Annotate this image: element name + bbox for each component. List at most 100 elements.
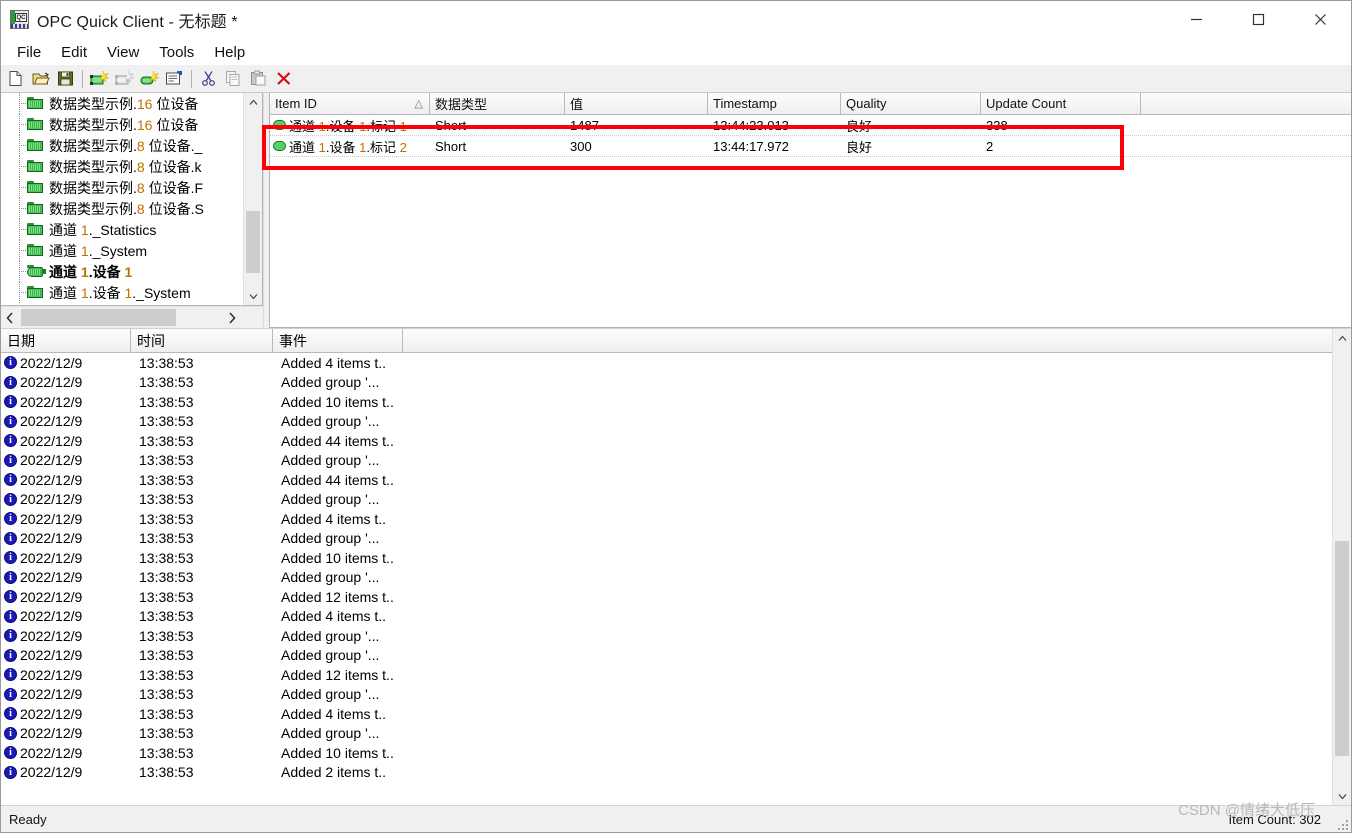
- tree-scroll-down-button[interactable]: [244, 287, 262, 305]
- menu-view[interactable]: View: [97, 41, 149, 64]
- tree-item[interactable]: 通道 1._Statistics: [1, 219, 244, 240]
- info-icon: i: [4, 726, 17, 740]
- log-time-cell: 13:38:53: [139, 569, 194, 586]
- log-row[interactable]: i 2022/12/9 13:38:53 Added group '...: [1, 626, 1333, 646]
- log-row[interactable]: i 2022/12/9 13:38:53 Added 12 items t..: [1, 665, 1333, 685]
- new-icon[interactable]: [3, 67, 28, 91]
- new-group-icon[interactable]: [112, 67, 137, 91]
- new-server-icon[interactable]: [87, 67, 112, 91]
- log-time-cell: 13:38:53: [139, 452, 194, 469]
- tree-vertical-scrollbar[interactable]: [243, 93, 262, 305]
- item-column-header[interactable]: 值: [565, 93, 708, 114]
- log-scroll-up-button[interactable]: [1333, 329, 1351, 347]
- properties-icon[interactable]: [162, 67, 187, 91]
- menu-help[interactable]: Help: [204, 41, 255, 64]
- tree-item[interactable]: 数据类型示例.16 位设备: [1, 93, 244, 114]
- browse-tree[interactable]: 数据类型示例.16 位设备 数据类型示例.16 位设备 数据类型示例.8 位设备._…: [1, 93, 263, 306]
- log-row[interactable]: i 2022/12/9 13:38:53 Added 44 items t..: [1, 470, 1333, 490]
- log-row[interactable]: i 2022/12/9 13:38:53 Added 10 items t..: [1, 743, 1333, 763]
- opc-quick-client-icon: QC: [10, 10, 29, 29]
- save-icon[interactable]: [53, 67, 78, 91]
- log-row[interactable]: i 2022/12/9 13:38:53 Added group '...: [1, 412, 1333, 432]
- item-list-pane: Item ID △ 数据类型 值 Timestamp Quality Update Coun…: [264, 93, 1351, 328]
- folder-icon: [27, 97, 44, 110]
- tree-item[interactable]: 数据类型示例.8 位设备.k: [1, 156, 244, 177]
- item-good-icon: [273, 141, 286, 151]
- item-column-header[interactable]: 数据类型: [430, 93, 565, 114]
- tree-item[interactable]: 数据类型示例.8 位设备.S: [1, 198, 244, 219]
- log-column-event[interactable]: 事件: [273, 329, 403, 352]
- menu-edit[interactable]: Edit: [51, 41, 97, 64]
- tree-item[interactable]: 数据类型示例.8 位设备._: [1, 135, 244, 156]
- minimize-button[interactable]: [1165, 1, 1227, 38]
- info-icon: i: [4, 492, 17, 506]
- menu-file[interactable]: File: [7, 41, 51, 64]
- log-event-cell: Added 12 items t..: [281, 666, 394, 683]
- tree-hscroll-thumb[interactable]: [21, 309, 176, 326]
- tree-item[interactable]: 数据类型示例.8 位设备.F: [1, 177, 244, 198]
- log-scroll-thumb[interactable]: [1335, 541, 1349, 756]
- item-column-header[interactable]: Item ID △: [270, 93, 430, 114]
- log-date-cell: 2022/12/9: [20, 452, 83, 469]
- log-row[interactable]: i 2022/12/9 13:38:53 Added 4 items t..: [1, 353, 1333, 373]
- log-row[interactable]: i 2022/12/9 13:38:53 Added 4 items t..: [1, 509, 1333, 529]
- log-row[interactable]: i 2022/12/9 13:38:53 Added group '...: [1, 568, 1333, 588]
- cut-icon[interactable]: [196, 67, 221, 91]
- log-row[interactable]: i 2022/12/9 13:38:53 Added group '...: [1, 685, 1333, 705]
- log-row[interactable]: i 2022/12/9 13:38:53 Added group '...: [1, 529, 1333, 549]
- tree-item-label: 数据类型示例.8 位设备.S: [49, 200, 204, 217]
- info-icon: i: [4, 765, 17, 779]
- item-datatype-cell: Short: [435, 117, 467, 133]
- log-row[interactable]: i 2022/12/9 13:38:53 Added 4 items t..: [1, 704, 1333, 724]
- item-column-header[interactable]: Quality: [841, 93, 981, 114]
- log-row[interactable]: i 2022/12/9 13:38:53 Added group '...: [1, 646, 1333, 666]
- log-row[interactable]: i 2022/12/9 13:38:53 Added 10 items t..: [1, 392, 1333, 412]
- log-vertical-scrollbar[interactable]: [1332, 329, 1351, 805]
- delete-icon[interactable]: [271, 67, 296, 91]
- item-column-header[interactable]: Timestamp: [708, 93, 841, 114]
- log-date-cell: 2022/12/9: [20, 666, 83, 683]
- log-row[interactable]: i 2022/12/9 13:38:53 Added 2 items t..: [1, 763, 1333, 783]
- maximize-button[interactable]: [1227, 1, 1289, 38]
- new-item-icon[interactable]: [137, 67, 162, 91]
- item-column-filler: [1141, 93, 1351, 114]
- tree-scroll-left-button[interactable]: [1, 307, 19, 328]
- log-row[interactable]: i 2022/12/9 13:38:53 Added group '...: [1, 373, 1333, 393]
- menu-tools[interactable]: Tools: [149, 41, 204, 64]
- log-row[interactable]: i 2022/12/9 13:38:53 Added group '...: [1, 490, 1333, 510]
- log-row[interactable]: i 2022/12/9 13:38:53 Added 4 items t..: [1, 607, 1333, 627]
- tree-scroll-right-button[interactable]: [223, 307, 241, 328]
- tree-horizontal-scrollbar[interactable]: [1, 306, 263, 328]
- info-icon: i: [4, 356, 17, 370]
- resize-grip[interactable]: [1334, 816, 1348, 830]
- log-row[interactable]: i 2022/12/9 13:38:53 Added 12 items t..: [1, 587, 1333, 607]
- log-event-cell: Added 2 items t..: [281, 764, 387, 781]
- log-row[interactable]: i 2022/12/9 13:38:53 Added 10 items t..: [1, 548, 1333, 568]
- log-column-date[interactable]: 日期: [1, 329, 131, 352]
- log-date-cell: 2022/12/9: [20, 686, 83, 703]
- log-row[interactable]: i 2022/12/9 13:38:53 Added 44 items t..: [1, 431, 1333, 451]
- item-row[interactable]: 通道 1.设备 1.标记 2 Short 300 13:44:17.972 良好 2: [270, 136, 1351, 157]
- tree-item[interactable]: 通道 1._System: [1, 240, 244, 261]
- paste-icon[interactable]: [246, 67, 271, 91]
- item-updatecount-cell: 338: [986, 117, 1008, 133]
- tree-item[interactable]: 数据类型示例.16 位设备: [1, 114, 244, 135]
- item-row[interactable]: 通道 1.设备 1.标记 1 Short 1487 13:44:23.013 良好 338: [270, 115, 1351, 136]
- tree-item-label: 通道 1._Statistics: [49, 221, 157, 238]
- log-scroll-down-button[interactable]: [1333, 787, 1351, 805]
- item-list[interactable]: Item ID △ 数据类型 值 Timestamp Quality Update Coun…: [269, 93, 1351, 328]
- copy-icon[interactable]: [221, 67, 246, 91]
- open-icon[interactable]: [28, 67, 53, 91]
- item-column-header[interactable]: Update Count: [981, 93, 1141, 114]
- item-list-header: Item ID △ 数据类型 值 Timestamp Quality Update Coun…: [270, 93, 1351, 115]
- log-row[interactable]: i 2022/12/9 13:38:53 Added group '...: [1, 724, 1333, 744]
- item-timestamp-cell: 13:44:17.972: [713, 138, 789, 154]
- menu-bar: File Edit View Tools Help: [1, 39, 1351, 65]
- tree-scroll-thumb[interactable]: [246, 211, 260, 273]
- log-column-time[interactable]: 时间: [131, 329, 273, 352]
- tree-item[interactable]: 通道 1.设备 1._System: [1, 282, 244, 303]
- tree-item[interactable]: 通道 1.设备 1: [1, 261, 244, 282]
- tree-scroll-up-button[interactable]: [244, 93, 262, 111]
- log-row[interactable]: i 2022/12/9 13:38:53 Added group '...: [1, 451, 1333, 471]
- close-button[interactable]: [1289, 1, 1351, 38]
